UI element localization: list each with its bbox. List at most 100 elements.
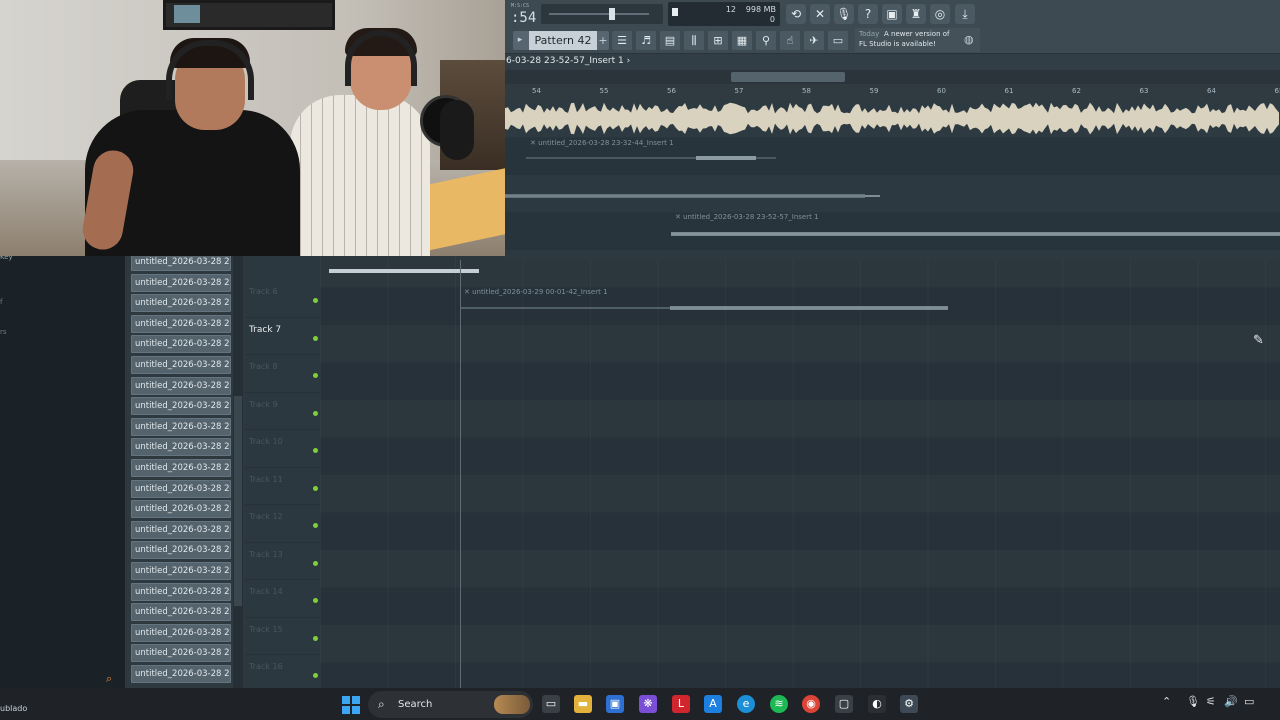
track-header[interactable]: Track 11 (245, 468, 320, 505)
track-header[interactable]: Track 9 (245, 393, 320, 430)
playlist-icon[interactable]: ☰ (612, 31, 632, 50)
taskbar-search[interactable]: ⌕ Search (368, 691, 533, 718)
wifi-icon[interactable]: ⚟ (1206, 695, 1216, 708)
playlist-scroll-thumb[interactable] (731, 72, 845, 82)
audio-clip-2[interactable] (505, 177, 880, 213)
visual-studio-icon[interactable]: A (704, 695, 722, 713)
news-icon[interactable]: ▭ (828, 31, 848, 50)
track-header[interactable]: Track 6 (245, 280, 320, 318)
track-mute-led[interactable] (313, 485, 318, 491)
browser-file-item[interactable]: untitled_2026-03-28 23-... (131, 417, 231, 436)
task-view-icon[interactable]: ▭ (542, 695, 560, 713)
track-mute-led[interactable] (313, 560, 318, 566)
pattern-label[interactable]: Pattern 42 (529, 31, 597, 50)
track-header[interactable]: Track 13 (245, 543, 320, 580)
slider-thumb[interactable] (609, 8, 615, 20)
track-header[interactable]: Track 15 (245, 618, 320, 655)
track-mute-led[interactable] (313, 335, 318, 341)
browser-file-item[interactable]: untitled_2026-03-28 23-... (131, 623, 231, 642)
browser-file-item[interactable]: untitled_2026-03-28 23-... (131, 273, 231, 292)
track-mute-led[interactable] (313, 448, 318, 453)
track-mute-led[interactable] (313, 598, 318, 603)
track-mute-led[interactable] (313, 635, 318, 641)
mixer-icon[interactable]: ♜ (906, 4, 926, 24)
browser-file-item[interactable]: untitled_2026-03-28 23-... (131, 314, 231, 333)
browser-file-item[interactable]: untitled_2026-03-28 23-... (131, 438, 231, 457)
pattern-selector[interactable]: ▸ Pattern 42 + (513, 31, 609, 50)
browser-file-item[interactable]: untitled_2026-03-28 23-... (131, 500, 231, 519)
track-header[interactable]: Track 14 (245, 580, 320, 618)
chrome-icon[interactable]: ◉ (802, 695, 820, 713)
track-mute-led[interactable] (313, 373, 318, 378)
windows-start-icon[interactable] (342, 696, 360, 714)
battery-icon[interactable]: ▭ (1244, 695, 1254, 708)
browser-file-item[interactable]: untitled_2026-03-28 23-... (131, 294, 231, 313)
audio-clip-main[interactable] (505, 100, 1280, 137)
track-mute-led[interactable] (313, 523, 318, 528)
record-audio-icon[interactable]: 🎙 (834, 4, 854, 24)
microsoft-store-icon[interactable]: ▣ (606, 695, 624, 713)
playlist-horizontal-scrollbar[interactable] (505, 70, 1280, 84)
track-header[interactable]: Track 10 (245, 430, 320, 468)
spotify-icon[interactable]: ≋ (770, 695, 788, 713)
audio-clip-4[interactable] (329, 262, 479, 298)
browser-file-item[interactable]: untitled_2026-03-28 23-... (131, 479, 231, 498)
track-header[interactable]: Track 12 (245, 505, 320, 543)
audio-clip-5[interactable]: ✕ untitled_2026-03-29 00-01-42_Insert 1 (460, 287, 948, 323)
track-mute-led[interactable] (313, 298, 318, 303)
track-mute-led[interactable] (313, 410, 318, 416)
edge-icon[interactable]: e (737, 695, 755, 713)
fl-studio-taskbar-icon[interactable]: ▢ (835, 695, 853, 713)
download-icon[interactable]: ⤓ (955, 4, 975, 24)
settings-icon[interactable]: ⚙ (900, 695, 918, 713)
news-panel[interactable]: Today A newer version of FL Studio is av… (855, 28, 980, 52)
browser-icon[interactable]: ⊞ (708, 31, 728, 50)
chat-icon[interactable]: ◎ (930, 4, 950, 24)
browser-file-item[interactable]: untitled_2026-03-28 23-... (131, 335, 231, 354)
browser-file-item[interactable]: untitled_2026-03-28 23-... (131, 665, 231, 683)
plugin-icon[interactable]: ▦ (732, 31, 752, 50)
playhead-line[interactable] (460, 260, 461, 688)
microphone-icon[interactable]: 🎙 (1186, 695, 1200, 708)
audio-clip-3[interactable]: ✕ untitled_2026-03-28 23-52-57_Insert 1 (671, 212, 1280, 248)
audio-clip-1[interactable]: ✕ untitled_2026-03-28 23-32-44_Insert 1 (526, 138, 776, 174)
browser-search-icon[interactable]: ⌕ (106, 672, 112, 686)
pattern-add-button[interactable]: + (597, 31, 609, 50)
track-header[interactable]: Track 7 (245, 318, 320, 355)
song-position-display[interactable]: M:S:CS :54 (511, 3, 541, 26)
track-header[interactable]: Track 16 (245, 655, 320, 693)
l-app-icon[interactable]: L (672, 695, 690, 713)
browser-file-item[interactable]: untitled_2026-03-28 23-... (131, 520, 231, 539)
chevron-up-icon[interactable]: ⌃ (1162, 695, 1171, 708)
undo-icon[interactable]: ⟲ (786, 4, 806, 24)
metronome-icon[interactable]: ✕ (810, 4, 830, 24)
browser-scrollbar[interactable] (233, 256, 243, 688)
browser-file-item[interactable]: untitled_2026-03-28 23-... (131, 356, 231, 374)
browser-file-item[interactable]: untitled_2026-03-28 23-... (131, 459, 231, 477)
hint-icon[interactable]: ✈ (804, 31, 824, 50)
timeline-ruler[interactable]: 54 55 56 57 58 59 60 61 62 63 64 65 (505, 84, 1280, 100)
file-explorer-icon[interactable]: ▬ (574, 695, 592, 713)
browser-file-item[interactable]: untitled_2026-03-28 23-... (131, 644, 231, 663)
browser-file-item[interactable]: untitled_2026-03-28 23-... (131, 376, 231, 395)
capture-app-icon[interactable]: ◐ (868, 695, 886, 713)
browser-file-item[interactable]: untitled_2026-03-28 23-... (131, 603, 231, 622)
browser-file-item[interactable]: untitled_2026-03-28 23-... (131, 397, 231, 416)
browser-file-item[interactable]: untitled_2026-03-28 23-... (131, 562, 231, 580)
copilot-icon[interactable]: ❋ (639, 695, 657, 713)
plugin-picker-icon[interactable]: ⚲ (756, 31, 776, 50)
browser-file-item[interactable]: untitled_2026-03-28 23-... (131, 582, 231, 601)
channel-rack-icon[interactable]: ▤ (660, 31, 680, 50)
browser-file-item[interactable]: untitled_2026-03-28 23-... (131, 541, 231, 560)
speaker-icon[interactable]: 🔊 (1224, 695, 1238, 708)
track-mute-led[interactable] (313, 673, 318, 678)
globe-icon[interactable]: ◍ (964, 33, 974, 46)
pattern-prev-button[interactable]: ▸ (513, 31, 527, 50)
mixer-view-icon[interactable]: ⫼ (684, 31, 704, 50)
track-header[interactable]: Track 8 (245, 355, 320, 393)
touch-keyboard-icon[interactable]: ☝ (780, 31, 800, 50)
save-icon[interactable]: ▣ (882, 4, 902, 24)
master-volume-slider[interactable] (541, 4, 663, 24)
help-icon[interactable]: ? (858, 4, 878, 24)
browser-scroll-thumb[interactable] (234, 396, 242, 606)
